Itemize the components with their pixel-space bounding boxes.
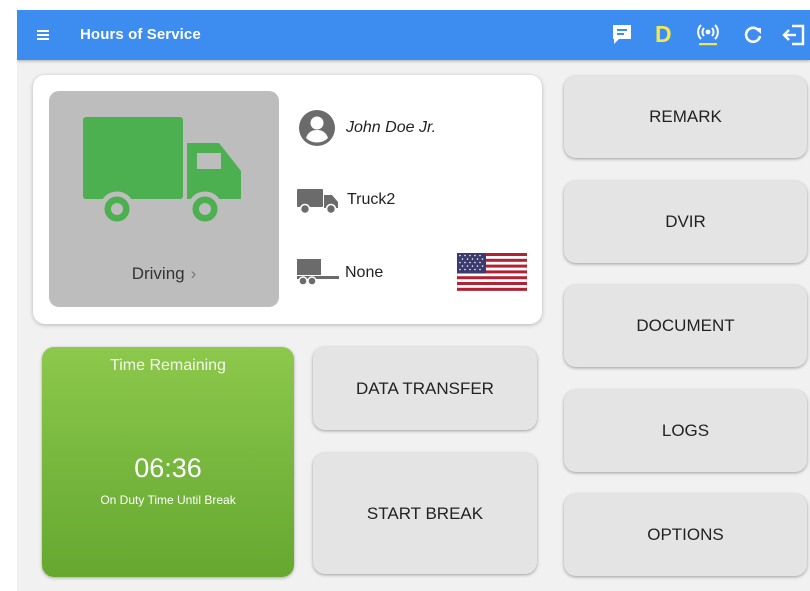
vehicle-name: Truck2: [347, 191, 396, 208]
logout-icon[interactable]: [782, 22, 806, 48]
app-bar: Hours of Service D: [17, 10, 810, 60]
chevron-right-icon: ›: [190, 264, 197, 283]
app-screen: Hours of Service D Driving › John Doe Jr…: [17, 10, 810, 591]
options-button[interactable]: OPTIONS: [564, 494, 807, 576]
trailer-name: None: [345, 264, 384, 281]
us-flag-icon: [457, 253, 527, 291]
trailer-icon: [297, 259, 339, 286]
remark-button[interactable]: REMARK: [564, 76, 807, 158]
timer-value: 06:36: [134, 453, 202, 483]
duty-status-tile[interactable]: Driving ›: [49, 91, 279, 307]
truck-icon: [297, 189, 338, 215]
time-remaining-card[interactable]: Time Remaining 06:36 On Duty Time Until …: [42, 347, 294, 577]
truck-icon: [83, 117, 241, 227]
message-icon[interactable]: [611, 22, 633, 48]
hamburger-menu-icon[interactable]: [36, 27, 54, 43]
data-transfer-button[interactable]: DATA TRANSFER: [313, 347, 537, 430]
timer-title: Time Remaining: [110, 357, 226, 374]
driver-status-card: Driving › John Doe Jr. Truck2 None: [33, 75, 542, 324]
account-circle-icon: [299, 110, 335, 146]
timer-subtitle: On Duty Time Until Break: [100, 493, 236, 507]
document-button[interactable]: DOCUMENT: [564, 285, 807, 367]
driver-name: John Doe Jr.: [346, 119, 437, 136]
status-d-indicator[interactable]: D: [655, 21, 672, 48]
start-break-button[interactable]: START BREAK: [313, 453, 537, 574]
duty-status-text: Driving: [131, 264, 185, 283]
logs-button[interactable]: LOGS: [564, 390, 807, 472]
app-title: Hours of Service: [80, 26, 201, 43]
dvir-button[interactable]: DVIR: [564, 181, 807, 263]
refresh-icon[interactable]: [742, 22, 764, 48]
antenna-signal-icon[interactable]: [696, 22, 720, 48]
duty-status-label: Driving ›: [49, 264, 279, 284]
